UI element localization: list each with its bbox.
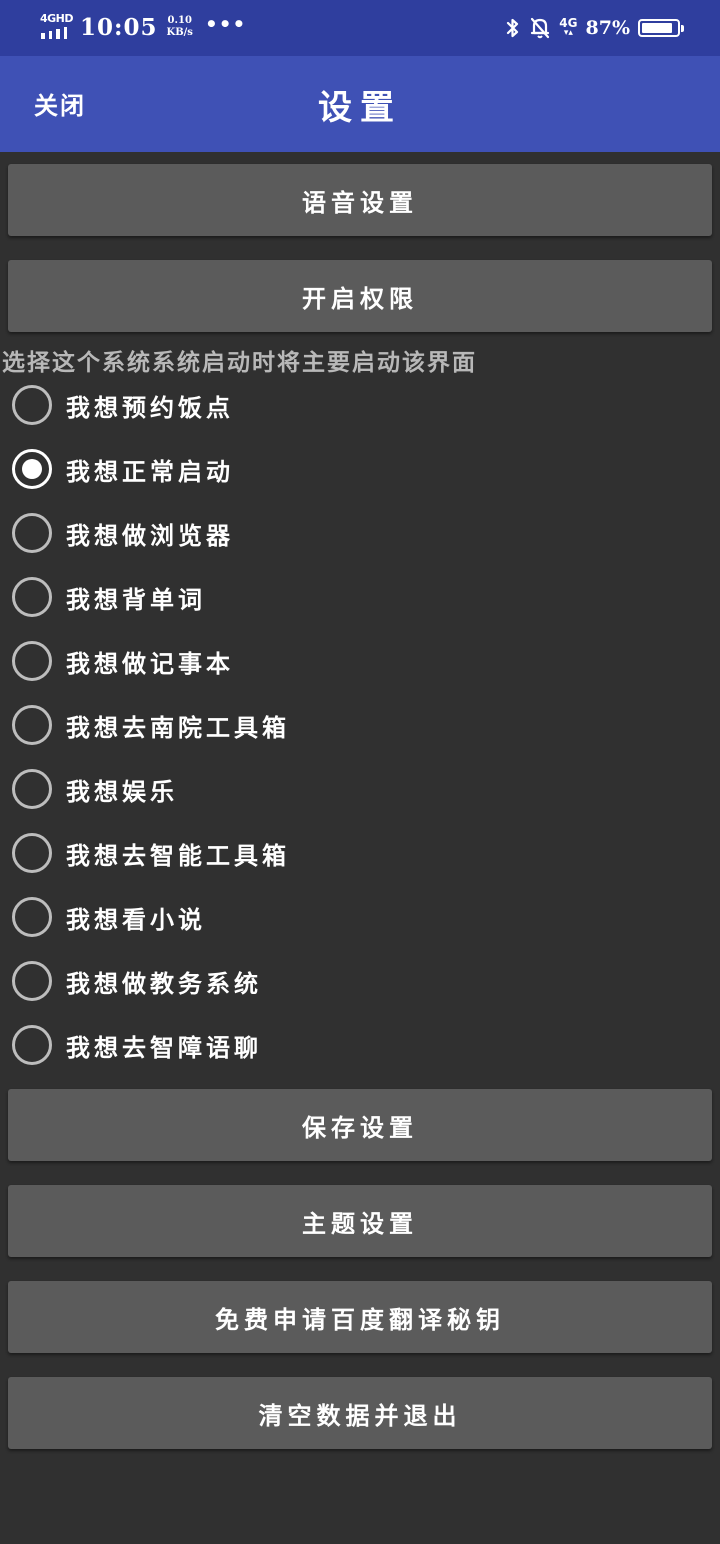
radio-button[interactable] bbox=[12, 385, 52, 425]
radio-option-notepad[interactable]: 我想做记事本 bbox=[0, 629, 720, 693]
radio-button[interactable] bbox=[12, 833, 52, 873]
radio-option-entertainment[interactable]: 我想娱乐 bbox=[0, 757, 720, 821]
radio-option-academic-system[interactable]: 我想做教务系统 bbox=[0, 949, 720, 1013]
bluetooth-icon bbox=[507, 18, 519, 38]
cell-signal-icon: 4GHD bbox=[40, 12, 74, 41]
radio-button[interactable] bbox=[12, 961, 52, 1001]
radio-button[interactable] bbox=[12, 705, 52, 745]
radio-button[interactable] bbox=[12, 449, 52, 489]
radio-label: 我想去南院工具箱 bbox=[66, 713, 290, 742]
radio-label: 我想娱乐 bbox=[66, 777, 178, 806]
radio-label: 我想去智障语聊 bbox=[66, 1033, 262, 1062]
more-notifications-icon: ••• bbox=[204, 12, 247, 36]
radio-option-reserve-meal[interactable]: 我想预约饭点 bbox=[0, 373, 720, 437]
status-right: 4G ▾▴ 87% bbox=[505, 13, 684, 43]
status-left: 4GHD 10:05 0.10 KB/s ••• bbox=[40, 12, 246, 42]
radio-label: 我想去智能工具箱 bbox=[66, 841, 290, 870]
radio-label: 我想正常启动 bbox=[66, 457, 234, 486]
radio-option-smart-toolbox[interactable]: 我想去智能工具箱 bbox=[0, 821, 720, 885]
radio-label: 我想做记事本 bbox=[66, 649, 234, 678]
bell-muted-icon bbox=[531, 17, 550, 39]
radio-option-south-campus-toolbox[interactable]: 我想去南院工具箱 bbox=[0, 693, 720, 757]
voice-settings-button[interactable]: 语音设置 bbox=[8, 164, 712, 236]
radio-button[interactable] bbox=[12, 1025, 52, 1065]
radio-label: 我想预约饭点 bbox=[66, 393, 234, 422]
radio-label: 我想背单词 bbox=[66, 585, 206, 614]
save-settings-button[interactable]: 保存设置 bbox=[8, 1089, 712, 1161]
4g-data-icon: 4G ▾▴ bbox=[559, 16, 578, 38]
radio-button[interactable] bbox=[12, 513, 52, 553]
battery-icon bbox=[638, 19, 684, 37]
startup-section-label: 选择这个系统系统启动时将主要启动该界面 bbox=[2, 349, 477, 376]
clear-data-exit-button[interactable]: 清空数据并退出 bbox=[8, 1377, 712, 1449]
radio-label: 我想做教务系统 bbox=[66, 969, 262, 998]
baidu-translate-key-button[interactable]: 免费申请百度翻译秘钥 bbox=[8, 1281, 712, 1353]
status-bar: 4GHD 10:05 0.10 KB/s ••• 4G ▾▴ 87% bbox=[0, 0, 720, 56]
speed-unit: KB/s bbox=[166, 27, 193, 38]
app-bar: 关闭 设置 bbox=[0, 56, 720, 152]
radio-button[interactable] bbox=[12, 577, 52, 617]
network-type: 4GHD bbox=[40, 12, 74, 25]
enable-permissions-button[interactable]: 开启权限 bbox=[8, 260, 712, 332]
theme-settings-button[interactable]: 主题设置 bbox=[8, 1185, 712, 1257]
radio-button[interactable] bbox=[12, 641, 52, 681]
network-speed: 0.10 KB/s bbox=[167, 15, 193, 39]
radio-button[interactable] bbox=[12, 769, 52, 809]
page-title: 设置 bbox=[318, 88, 402, 128]
radio-option-browser[interactable]: 我想做浏览器 bbox=[0, 501, 720, 565]
radio-option-chat[interactable]: 我想去智障语聊 bbox=[0, 1013, 720, 1077]
radio-label: 我想看小说 bbox=[66, 905, 206, 934]
startup-radio-group: 我想预约饭点 我想正常启动 我想做浏览器 我想背单词 我想做记事本 我想去南院工… bbox=[0, 373, 720, 1077]
radio-button[interactable] bbox=[12, 897, 52, 937]
battery-percent: 87% bbox=[585, 17, 631, 39]
clock: 10:05 bbox=[80, 13, 158, 41]
radio-option-novels[interactable]: 我想看小说 bbox=[0, 885, 720, 949]
radio-label: 我想做浏览器 bbox=[66, 521, 234, 550]
speed-value: 0.10 bbox=[167, 15, 192, 26]
radio-option-vocabulary[interactable]: 我想背单词 bbox=[0, 565, 720, 629]
radio-option-normal-start[interactable]: 我想正常启动 bbox=[0, 437, 720, 501]
